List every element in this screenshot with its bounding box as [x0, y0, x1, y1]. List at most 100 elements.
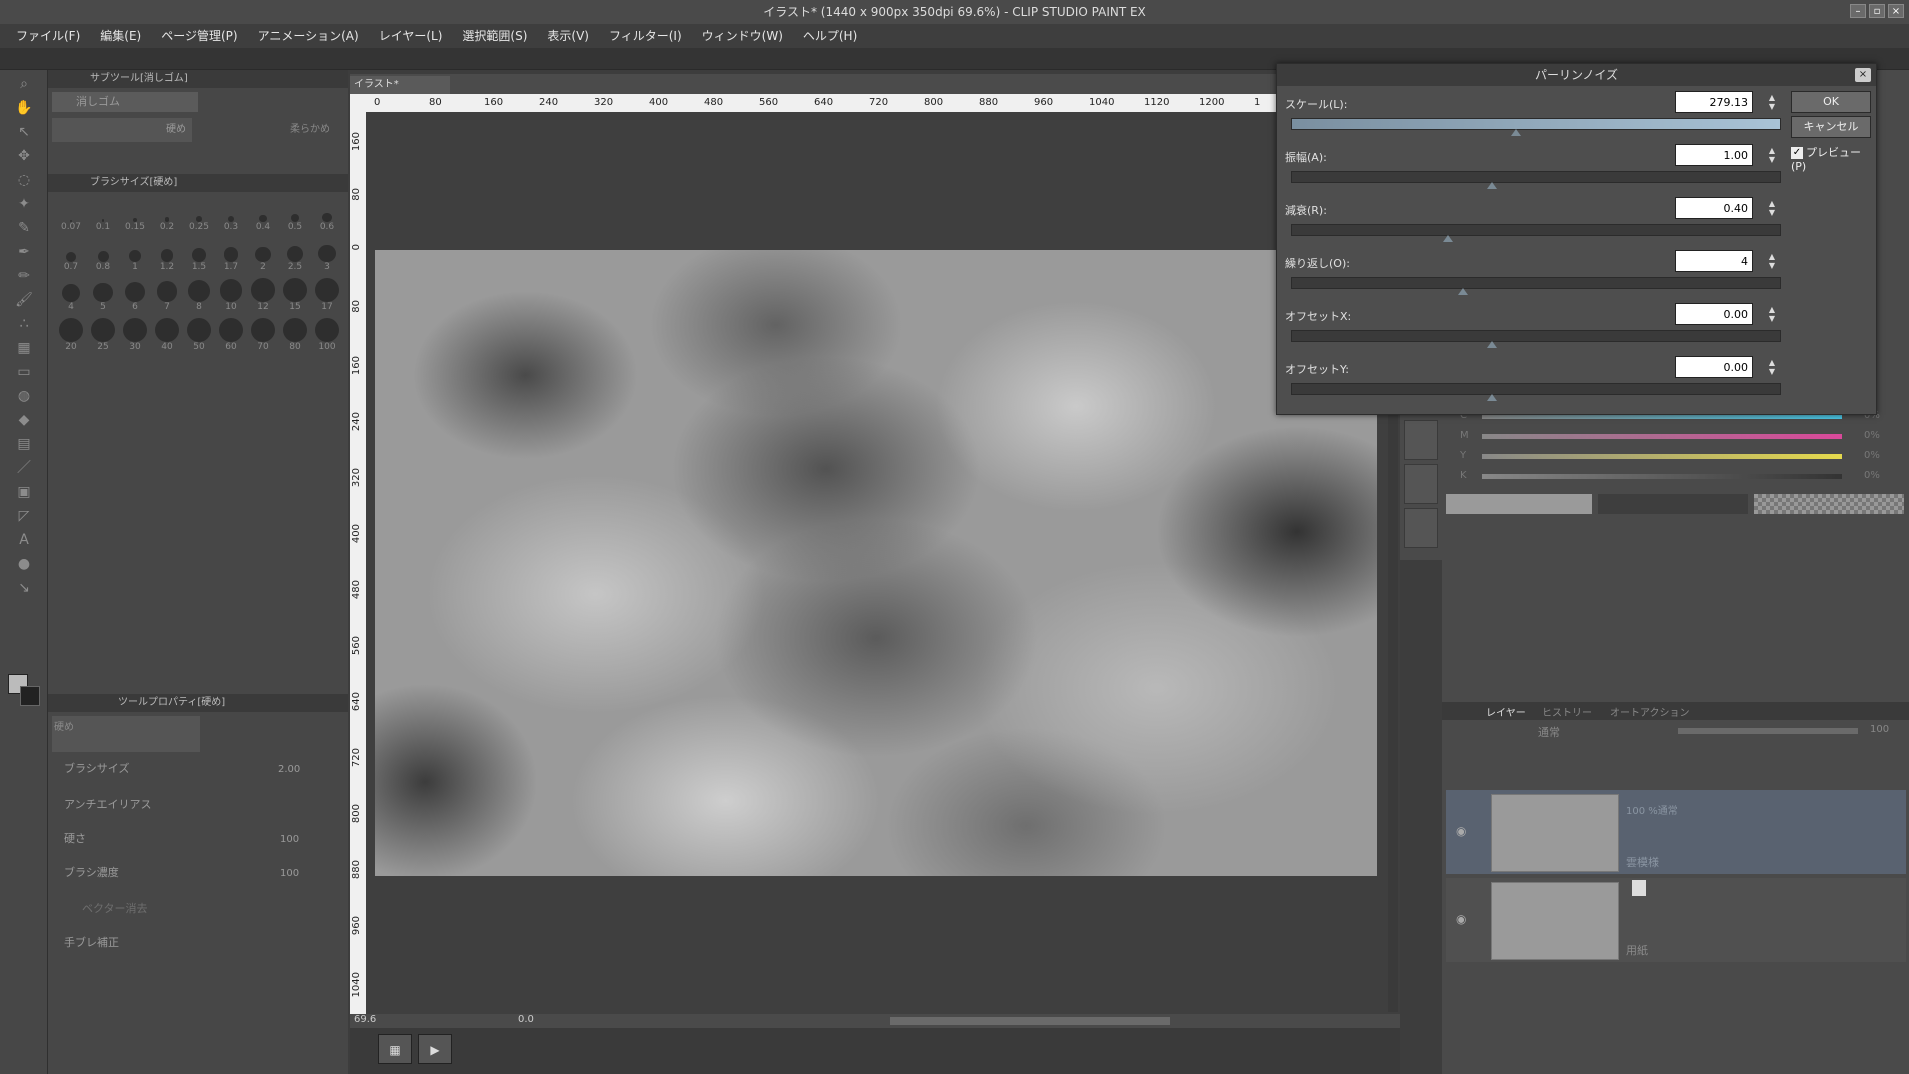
param-input[interactable]: 1.00	[1675, 144, 1753, 166]
slider-knob[interactable]	[1487, 394, 1498, 401]
text-icon[interactable]: A	[10, 530, 38, 550]
sub-color-box[interactable]	[1598, 494, 1748, 514]
close-icon[interactable]: ×	[1855, 68, 1871, 82]
figure-material-icon[interactable]	[1404, 508, 1438, 548]
opacity-slider[interactable]	[1678, 728, 1858, 734]
correct-line-icon[interactable]: ↘	[10, 578, 38, 598]
toolprop-tab[interactable]: ツールプロパティ[硬め]	[48, 694, 348, 712]
rotation-value[interactable]: 0.0	[518, 1014, 534, 1025]
blend-mode-select[interactable]: 通常	[1538, 724, 1560, 740]
menu-layer[interactable]: レイヤー(L)	[369, 24, 453, 48]
brush-size-cell[interactable]: 40	[152, 316, 182, 354]
param-slider[interactable]	[1291, 171, 1781, 189]
brush-size-cell[interactable]: 7	[152, 276, 182, 314]
brush-size-cell[interactable]: 2.5	[280, 236, 310, 274]
brush-size-cell[interactable]: 17	[312, 276, 342, 314]
brush-size-cell[interactable]: 15	[280, 276, 310, 314]
eyedropper-icon[interactable]: ✎	[10, 218, 38, 238]
brush-size-cell[interactable]: 6	[120, 276, 150, 314]
spin-arrows-icon[interactable]: ▲ ▼	[1767, 93, 1777, 111]
transparent-color-box[interactable]	[1754, 494, 1904, 514]
subtool-group[interactable]: 消しゴム	[52, 92, 198, 112]
fill-icon[interactable]: ◆	[10, 410, 38, 430]
pencil-icon[interactable]: ✏	[10, 266, 38, 286]
menu-selection[interactable]: 選択範囲(S)	[452, 24, 537, 48]
brush-size-cell[interactable]: 1	[120, 236, 150, 274]
param-input[interactable]: 0.00	[1675, 356, 1753, 378]
sub-color-swatch[interactable]	[20, 686, 40, 706]
brush-size-cell[interactable]: 60	[216, 316, 246, 354]
decoration-icon[interactable]: ▦	[10, 338, 38, 358]
move-tool-icon[interactable]: ✥	[10, 146, 38, 166]
brush-size-cell[interactable]: 4	[56, 276, 86, 314]
brush-size-cell[interactable]: 30	[120, 316, 150, 354]
spin-arrows-icon[interactable]: ▲ ▼	[1767, 146, 1777, 164]
brush-size-cell[interactable]: 12	[248, 276, 278, 314]
menu-filter[interactable]: フィルター(I)	[599, 24, 692, 48]
brush-size-cell[interactable]: 1.2	[152, 236, 182, 274]
brush-size-cell[interactable]: 70	[248, 316, 278, 354]
operation-tool-icon[interactable]: ↖	[10, 122, 38, 142]
selection-tool-icon[interactable]: ◌	[10, 170, 38, 190]
eraser-icon[interactable]: ▭	[10, 362, 38, 382]
param-input[interactable]: 4	[1675, 250, 1753, 272]
menu-animation[interactable]: アニメーション(A)	[248, 24, 369, 48]
brush-size-cell[interactable]: 0.25	[184, 196, 214, 234]
toolprop-preset[interactable]: 硬め	[52, 716, 200, 752]
preview-checkbox[interactable]: ✓ プレビュー(P)	[1791, 144, 1875, 173]
close-icon[interactable]: ×	[1888, 4, 1904, 18]
subtool-soft[interactable]: 柔らかめ	[196, 118, 336, 142]
spin-arrows-icon[interactable]: ▲ ▼	[1767, 358, 1777, 376]
brush-size-cell[interactable]: 0.1	[88, 196, 118, 234]
zoom-tool-icon[interactable]: ⌕	[10, 74, 38, 94]
magenta-slider[interactable]	[1482, 434, 1842, 439]
eye-icon[interactable]: ◉	[1456, 824, 1466, 838]
hand-tool-icon[interactable]: ✋	[10, 98, 38, 118]
brush-size-cell[interactable]: 10	[216, 276, 246, 314]
param-input[interactable]: 0.40	[1675, 197, 1753, 219]
brush-size-cell[interactable]: 8	[184, 276, 214, 314]
menu-edit[interactable]: 編集(E)	[90, 24, 151, 48]
brush-size-cell[interactable]: 50	[184, 316, 214, 354]
subtool-tab[interactable]: サブツール[消しゴム]	[48, 70, 348, 88]
brush-size-cell[interactable]: 0.7	[56, 236, 86, 274]
frame-icon[interactable]: ▣	[10, 482, 38, 502]
auto-select-icon[interactable]: ✦	[10, 194, 38, 214]
horizontal-scrollbar[interactable]	[890, 1017, 1170, 1025]
check-icon[interactable]: ✓	[1791, 147, 1803, 159]
menu-page[interactable]: ページ管理(P)	[151, 24, 247, 48]
menu-file[interactable]: ファイル(F)	[0, 24, 90, 48]
ok-button[interactable]: OK	[1791, 91, 1871, 113]
layer-name[interactable]: 用紙	[1626, 942, 1648, 958]
brush-size-cell[interactable]: 2	[248, 236, 278, 274]
brush-size-cell[interactable]: 0.5	[280, 196, 310, 234]
brush-size-cell[interactable]: 0.3	[216, 196, 246, 234]
ruler-icon[interactable]: ◸	[10, 506, 38, 526]
tab-auto-action[interactable]: オートアクション	[1610, 704, 1690, 719]
brush-size-cell[interactable]: 0.6	[312, 196, 342, 234]
brush-size-cell[interactable]: 5	[88, 276, 118, 314]
layer-name[interactable]: 雲模様	[1626, 854, 1659, 870]
param-input[interactable]: 0.00	[1675, 303, 1753, 325]
slider-knob[interactable]	[1443, 235, 1454, 242]
hardness-value[interactable]: 100	[280, 834, 299, 845]
menu-help[interactable]: ヘルプ(H)	[793, 24, 867, 48]
menu-view[interactable]: 表示(V)	[537, 24, 599, 48]
slider-knob[interactable]	[1457, 288, 1468, 295]
spin-arrows-icon[interactable]: ▲ ▼	[1767, 199, 1777, 217]
param-slider[interactable]	[1291, 330, 1781, 348]
brush-size-cell[interactable]: 1.7	[216, 236, 246, 274]
slider-knob[interactable]	[1511, 129, 1522, 136]
layer-row[interactable]: ◉ 用紙	[1446, 878, 1906, 962]
tab-history[interactable]: ヒストリー	[1542, 704, 1592, 719]
brush-size-value[interactable]: 2.00	[278, 764, 300, 775]
gradient-icon[interactable]: ▤	[10, 434, 38, 454]
subtool-hard[interactable]: 硬め	[52, 118, 192, 142]
brushsize-tab[interactable]: ブラシサイズ[硬め]	[48, 174, 348, 192]
yellow-slider[interactable]	[1482, 454, 1842, 459]
material-icon[interactable]	[1404, 420, 1438, 460]
main-color-box[interactable]	[1446, 494, 1592, 514]
slider-knob[interactable]	[1487, 341, 1498, 348]
zoom-value[interactable]: 69.6	[354, 1014, 376, 1025]
blend-icon[interactable]: ◍	[10, 386, 38, 406]
